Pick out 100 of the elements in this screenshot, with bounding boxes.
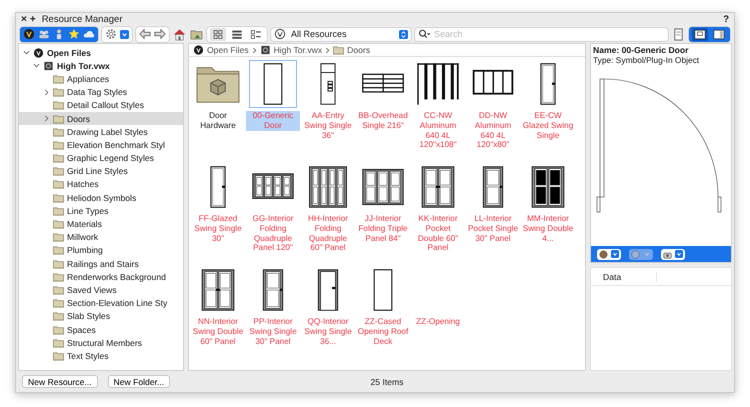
resource-label[interactable]: NN-Interior Swing Double 60" Panel [191,317,245,346]
resource-label[interactable]: HH-Interior Folding Quadruple 60" Panel [301,214,355,254]
help-button[interactable]: ? [723,14,729,24]
logo-icon [33,48,44,58]
chevron-icon[interactable] [43,115,50,122]
tree-item[interactable]: Spaces [19,322,183,336]
tree-item[interactable]: Slab Styles [19,310,183,323]
home-icon[interactable] [173,28,186,40]
resource-label[interactable]: ZZ-Cased Opening Roof Deck [356,317,410,346]
resource-label[interactable]: JJ-Interior Folding Triple Panel 84" [356,214,410,244]
tree-item[interactable]: Doors [19,112,183,126]
chevron-icon [325,46,330,54]
breadcrumb-item[interactable]: High Tor.vwx [260,45,322,55]
tree-item[interactable]: Text Styles [19,349,183,362]
folder-icon [53,74,64,84]
folder-icon [53,232,64,242]
tree-item[interactable]: Materials [19,217,183,231]
resource-label[interactable]: AA-Entry Swing Single 36" [301,111,355,140]
folder-icon[interactable] [195,64,241,104]
back-arrow-icon[interactable] [139,28,151,40]
settings-dropdown[interactable] [102,26,132,42]
breadcrumb-item[interactable]: Open Files [193,45,249,55]
folder-icon [333,45,344,55]
folder-icon [53,219,64,230]
resource-filter-dropdown[interactable]: All Resources [271,28,411,40]
add-button[interactable]: + [30,14,36,24]
folder-icon [53,245,64,256]
item-count: 25 Items [370,376,404,386]
resource-label[interactable]: GG-Interior Folding Quadruple Panel 120" [246,214,300,254]
search-icon [418,29,432,39]
caret-icon [120,30,129,38]
file-icon [43,60,54,71]
door-icon[interactable] [416,62,460,106]
chevron-icon[interactable] [23,49,30,56]
resource-label[interactable]: KK-Interior Pocket Double 60" Panel [411,214,465,254]
tree-item[interactable]: Graphic Legend Styles [19,152,183,165]
door-icon[interactable] [306,165,350,209]
chevron-icon [252,46,257,54]
tree-item[interactable]: Heliodon Symbols [19,191,183,204]
resource-label[interactable]: MM-Interior Swing Double 4... [521,214,575,244]
tree-item[interactable]: Saved Views [19,283,183,297]
camera-dropdown[interactable] [661,248,685,260]
tree-item[interactable]: Detail Callout Styles [19,98,183,112]
resource-label[interactable]: CC-NW Aluminum 640 4L 120"x108" [411,111,465,150]
tree-item[interactable]: Hatches [19,178,183,192]
new-folder-button[interactable]: New Folder... [108,375,170,388]
folder-image-icon[interactable] [190,28,203,40]
forward-arrow-icon[interactable] [154,28,166,40]
star-icon[interactable] [68,28,80,40]
folder-icon [53,258,64,269]
resource-label[interactable]: ZZ-Opening [415,317,461,327]
tree-item[interactable]: Open Files [19,46,183,60]
logo-icon[interactable] [23,28,35,40]
gear-icon [105,28,117,40]
resource-label[interactable]: BB-Overhead Single 216" [356,111,410,131]
logo-icon [274,28,286,40]
tree-item[interactable]: High Tor.vwx [19,59,183,72]
folder-icon [53,153,64,164]
tree-item[interactable]: Appliances [19,72,183,86]
folder-icon [53,192,64,203]
tree-item[interactable]: Renderworks Background [19,270,183,284]
caret-icon [643,250,651,258]
tree-item[interactable]: Plumbing [19,244,183,257]
bottom-pane-button[interactable] [692,28,708,40]
resource-label[interactable]: EE-CW Glazed Swing Single [521,111,575,140]
resource-label[interactable]: Door Hardware [191,111,245,131]
tree-item[interactable]: Section-Elevation Line Sty [19,296,183,310]
page-icon[interactable] [672,28,685,40]
render-mode-dropdown[interactable] [597,248,621,260]
camera-icon [663,250,672,258]
chevron-icon[interactable] [33,62,40,70]
search-input[interactable]: Search [434,29,665,39]
breadcrumb-item[interactable]: Doors [333,45,370,55]
resource-label[interactable]: LL-Interior Pocket Single 30" Panel [466,214,520,244]
close-button[interactable]: × [21,14,27,24]
resource-label[interactable]: PP-Interior Swing Single 30" Panel [246,317,300,346]
column-header[interactable]: Data [591,272,657,282]
folder-icon [53,272,64,282]
new-resource-button[interactable]: New Resource... [22,375,98,388]
tree-item[interactable]: Structural Members [19,336,183,350]
cloud-icon[interactable] [83,28,95,40]
search-field[interactable]: Search [415,28,668,40]
chevron-icon[interactable] [43,88,50,96]
tree-item[interactable]: Line Types [19,204,183,218]
resource-label[interactable]: FF-Glazed Swing Single 30" [191,214,245,244]
sphere-icon [599,250,608,258]
resource-label[interactable]: QQ-Interior Swing Single 36... [301,317,355,346]
resource-type: Type: Symbol/Plug-In Object [592,55,700,65]
tree-item[interactable]: Elevation Benchmark Styl [19,138,183,152]
folder-icon [53,114,64,124]
tree-item[interactable]: Data Tag Styles [19,86,183,99]
tree-item[interactable]: Grid Line Styles [19,164,183,178]
tree-item[interactable]: Drawing Label Styles [19,125,183,138]
right-pane-button[interactable] [711,28,727,40]
resource-label[interactable]: DD-NW Aluminum 640 4L 120"x80" [466,111,520,150]
tree-item[interactable]: Millwork [19,230,183,244]
folder-icon [53,284,64,295]
grid-view-button[interactable] [210,28,226,40]
folder-icon [53,140,64,150]
tree-item[interactable]: Railings and Stairs [19,257,183,270]
